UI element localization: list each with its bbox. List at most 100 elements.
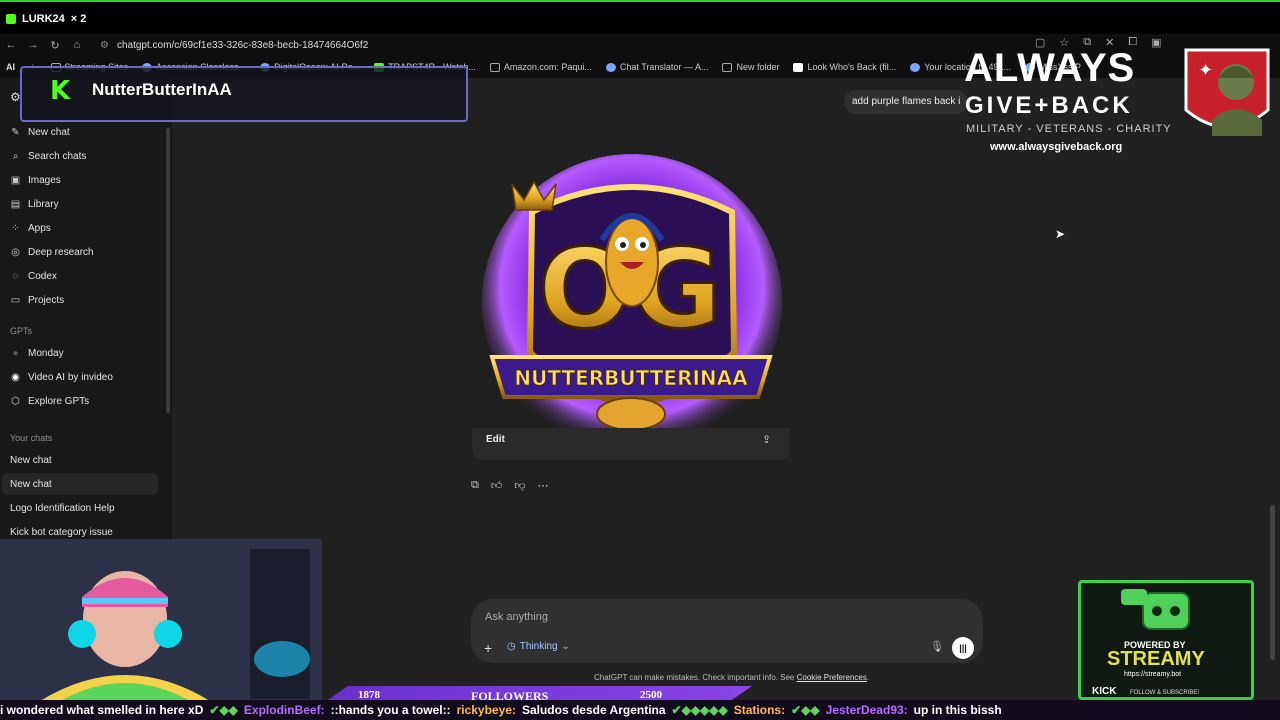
svg-text:✦: ✦ [1198,60,1213,81]
generated-image[interactable]: OG NUTTERBUTTERINAA [472,152,790,462]
sponsor-line-2: GIVE+BACK [965,92,1133,119]
voice-mode-button[interactable]: ||| [952,637,974,659]
site-icon [605,62,616,72]
folder-icon [722,62,733,72]
sidebar-item-codex[interactable]: ◌ Codex [10,271,57,282]
soldier-emblem-icon: ✦ [1184,48,1270,136]
image-icon: ▣ [10,175,21,186]
streamy-kick: KICK [1092,686,1117,697]
emote-icon: ✔◆◆ [209,703,238,717]
tab-title: LURK24 [22,13,65,25]
folder-icon: ▭ [10,295,21,306]
site-info-icon[interactable]: ⚙ [100,40,109,51]
chat-item[interactable]: New chat [2,449,158,471]
site-icon [489,62,500,72]
telescope-icon: ◎ [11,247,20,258]
cookie-preferences-link[interactable]: Cookie Preferences [797,673,867,682]
ticker-message: Saludos desde Argentina [521,703,666,717]
invideo-icon: ◉ [11,372,20,383]
thumbs-down-icon[interactable]: 👎︎ [514,479,525,492]
sidebar-item-search-chats[interactable]: ⌕ Search chats [10,151,87,162]
copy-icon[interactable]: ⧉ [471,479,479,492]
kick-username-overlay [20,66,468,122]
chat-item[interactable]: Logo Identification Help [2,497,158,519]
back-arrow-icon[interactable]: ← [0,39,22,51]
ticker-message: up in this bissh [913,703,1002,717]
bookmark-item[interactable]: Chat Translator — A... [605,62,708,72]
streamy-url: https://streamy.bot [1124,671,1182,678]
chat-item-selected[interactable]: New chat [2,473,158,495]
ticker-message: ::hands you a towel:: [330,703,451,717]
microphone-icon[interactable]: 🎙︎ [930,640,944,653]
reload-icon[interactable]: ↻ [44,39,66,52]
add-attachment-icon[interactable]: + [484,640,492,656]
bookmark-item[interactable]: New folder [722,62,779,72]
kick-logo-icon: K [50,76,71,106]
sponsor-tagline: MILITARY - VETERANS - CHARITY [966,123,1172,135]
sidebar-gpt-monday[interactable]: ● Monday [10,348,63,359]
chat-ticker: i wondered what smelled in here xD ✔◆◆ E… [0,700,1280,720]
composer[interactable] [471,599,983,663]
composer-input[interactable]: Ask anything [485,611,548,623]
url-field[interactable]: ⚙ chatgpt.com/c/69cf1e33-326c-83e8-becb-… [100,40,368,51]
browser-tab[interactable]: LURK24 × 2 [6,8,86,30]
ticker-user: ExplodinBeef: [243,703,325,717]
streamy-name: STREAMY [1107,648,1205,670]
forward-arrow-icon[interactable]: → [22,39,44,51]
sidebar-scrollbar[interactable] [166,128,170,413]
mouse-cursor-icon: ➤ [1055,227,1066,241]
thumbs-up-icon[interactable]: 👍︎ [491,479,503,492]
tab-badge: × 2 [70,13,87,25]
apps-icon: ⁘ [11,223,20,234]
main-scrollbar[interactable] [1270,505,1275,660]
ticker-user: Stations: [733,703,786,717]
url-text: chatgpt.com/c/69cf1e33-326c-83e8-becb-18… [116,39,369,51]
sidebar-item-projects[interactable]: ▭ Projects [10,295,64,306]
sidebar-explore-gpts[interactable]: ⬡ Explore GPTs [10,396,89,407]
wiki-icon [793,62,804,72]
ticker-user: rickybeye: [456,703,516,717]
ticker-message: i wondered what smelled in here xD [0,703,204,717]
robot-icon [1121,589,1190,630]
og-nutterbutter-logo-image: OG NUTTERBUTTERINAA [482,154,782,450]
search-icon: ⌕ [12,151,19,162]
sidebar-gpt-invideo[interactable]: ◉ Video AI by invideo [10,372,113,383]
edit-image-button[interactable]: Edit [486,434,505,445]
clock-icon: ◷ [507,641,516,652]
disclaimer: ChatGPT can make mistakes. Check importa… [594,673,870,682]
your-chats-heading: Your chats [10,433,53,443]
emote-icon: ✔◆◆◆◆◆ [671,703,728,717]
sponsor-line-1: ALWAYS [964,46,1136,90]
edit-icon: ✎ [11,127,20,138]
sidebar-item-new-chat[interactable]: ✎ New chat [10,127,69,138]
gpts-heading: GPTs [10,326,33,336]
chevron-down-icon: ⌄ [561,641,570,652]
image-footer [472,428,790,460]
emote-icon: ✔◆◆ [791,703,820,717]
ticker-user: JesterDead93: [825,703,908,717]
bookmark-item[interactable]: Amazon.com: Paqui... [489,62,592,72]
kick-username: NutterButterInAA [92,80,232,99]
codex-icon: ◌ [12,271,19,282]
profile-icon[interactable]: ▣ [1151,36,1161,49]
share-icon[interactable]: ⇪ [762,433,771,446]
maps-icon [910,62,921,72]
browser-tab-bar: LURK24 × 2 [0,0,1280,34]
ai-app-icon[interactable]: AI [6,62,15,72]
webcam-feed [0,539,322,701]
home-icon[interactable]: ⌂ [66,39,88,51]
sidebar-item-images[interactable]: ▣ Images [10,175,61,186]
sidebar-item-library[interactable]: ▤ Library [10,199,59,210]
thinking-mode-selector[interactable]: ◷ Thinking ⌄ [507,641,570,652]
streamy-follow: FOLLOW & SUBSCRIBE! [1130,690,1200,696]
more-options-icon[interactable]: ⋯ [538,479,549,492]
sponsor-url: www.alwaysgiveback.org [990,141,1123,153]
kick-favicon-icon [6,14,16,24]
bookmark-item[interactable]: Look Who's Back (fil... [793,62,896,72]
user-message-bubble: add purple flames back i [844,90,969,114]
sidebar-item-deep-research[interactable]: ◎ Deep research [10,247,93,258]
streamer-camera-image [0,539,322,701]
sidebar-item-apps[interactable]: ⁘ Apps [10,223,51,234]
explore-icon: ⬡ [11,396,20,407]
message-actions: ⧉ 👍︎ 👎︎ ⋯ [471,479,549,492]
